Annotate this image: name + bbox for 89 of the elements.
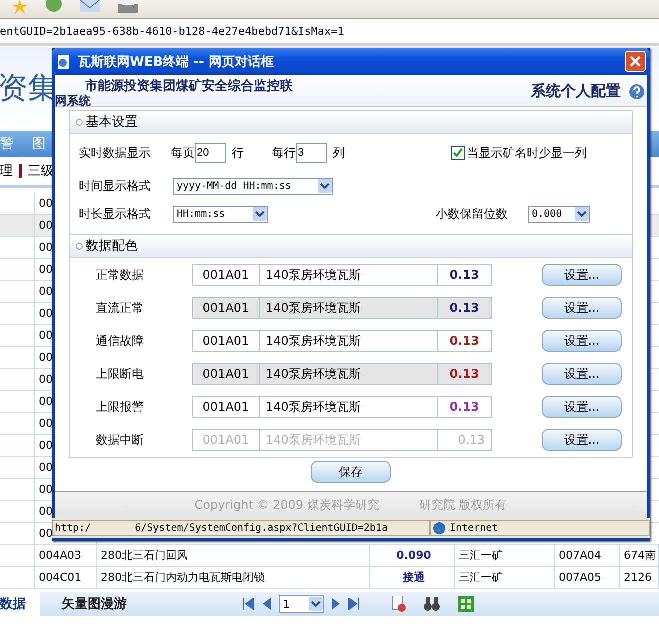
sample-code: 001A01 [193, 265, 260, 285]
copyright-text: 研究院 版权所有 [419, 496, 508, 514]
checkbox[interactable] [451, 146, 465, 160]
sample-point: 140泵房环境瓦斯 [260, 397, 438, 417]
color-label: 上限断电 [95, 366, 145, 382]
tab[interactable]: 矢量图漫游 [62, 592, 141, 616]
copyright-text: Copyright © 2009 煤炭科学研究 [194, 496, 380, 514]
system-name: 市能源投资集团煤矿安全综合监控联 [84, 78, 293, 94]
decimals-select[interactable]: 0.000 [528, 206, 590, 222]
last-page-icon[interactable] [348, 598, 360, 610]
help-icon[interactable] [629, 84, 645, 100]
table-cell: 280北三石门回风 [97, 545, 370, 566]
settings-button[interactable]: 设置... [542, 363, 622, 385]
page-icon [56, 54, 72, 70]
time-format-select[interactable]: yyyy-MM-dd HH:mm:ss [173, 178, 333, 194]
breadcrumb-item[interactable]: 三级 [28, 162, 54, 180]
first-page-icon[interactable] [243, 598, 255, 610]
close-button[interactable] [625, 51, 646, 72]
sample-code: 001A01 [193, 430, 260, 450]
settings-button[interactable]: 设置... [542, 330, 622, 352]
next-page-icon[interactable] [332, 598, 340, 610]
duration-format-select[interactable]: HH:mm:ss [173, 206, 268, 222]
globe-icon [433, 522, 446, 534]
table-cell: 三汇一矿 [455, 545, 555, 566]
field-label: 每行 [272, 144, 296, 162]
table-cell: 2126 [620, 567, 659, 588]
color-label: 上限报警 [95, 398, 145, 416]
close-icon [630, 56, 641, 67]
sample-code: 001A01 [193, 397, 260, 417]
color-label: 通信故障 [95, 332, 145, 350]
status-url: http:/ [55, 522, 92, 534]
circle-icon [76, 242, 83, 250]
table-cell: 三汇一矿 [455, 567, 555, 588]
table-cell: 280北三石门内动力电瓦斯电闭锁 [97, 567, 370, 588]
rows-per-page-field[interactable]: 20 [195, 143, 226, 163]
sample-code: 001A01 [193, 364, 260, 384]
page-heading: 系统个人配置 [531, 81, 621, 101]
save-button[interactable]: 保存 [311, 461, 391, 483]
address-text[interactable]: entGUID=2b1aea95-638b-4610-b128-4e27e4bebd71&IsMax=1 [0, 24, 344, 38]
field-label: 每页 [171, 144, 195, 162]
table-cell: 0.090 [370, 545, 455, 566]
unit-label: 列 [333, 144, 346, 162]
binoculars-icon[interactable] [424, 597, 440, 611]
tab[interactable]: 数据 [0, 592, 40, 616]
sample-point: 140泵房环境瓦斯 [260, 430, 438, 450]
columns-per-row-field[interactable]: 3 [296, 143, 327, 163]
security-zone: Internet [450, 522, 498, 534]
table-cell: 004A03 [35, 545, 97, 566]
envelope-icon[interactable] [80, 0, 100, 12]
table-cell: 007A04 [555, 545, 620, 566]
star-icon[interactable] [12, 0, 28, 14]
sample-code: 001A01 [193, 331, 260, 351]
sample-point: 140泵房环境瓦斯 [260, 331, 438, 351]
field-label: 小数保留位数 [436, 206, 509, 222]
settings-button[interactable]: 设置... [542, 264, 622, 286]
field-label: 实时数据显示 [79, 144, 152, 162]
sample-value: 0.13 [448, 399, 480, 416]
sample-value: 0.13 [448, 300, 480, 317]
sample-value: 0.13 [457, 432, 486, 449]
table-cell: 007A05 [555, 567, 620, 588]
document-icon[interactable] [392, 596, 406, 612]
previous-page-icon[interactable] [263, 598, 271, 610]
color-label: 数据中断 [95, 432, 145, 448]
system-name: 网系统 [55, 93, 91, 110]
circle-icon [76, 118, 83, 126]
grid-icon[interactable] [458, 596, 474, 612]
window-title: 瓦斯联网WEB终端 -- 网页对话框 [78, 54, 275, 70]
settings-button[interactable]: 设置... [542, 396, 622, 418]
sample-point: 140泵房环境瓦斯 [260, 265, 438, 285]
sample-value: 0.13 [448, 267, 480, 284]
breadcrumb-item[interactable]: 理 [0, 162, 13, 180]
status-url: 6/System/SystemConfig.aspx?ClientGUID=2b1a [135, 522, 388, 534]
field-label: 时间显示格式 [79, 178, 152, 194]
sample-code: 001A01 [193, 298, 260, 318]
sample-value: 0.13 [448, 333, 480, 350]
unit-label: 行 [232, 144, 245, 162]
sample-value: 0.13 [448, 366, 480, 383]
printer-icon[interactable] [118, 0, 138, 13]
color-label: 正常数据 [95, 266, 145, 284]
sample-point: 140泵房环境瓦斯 [260, 364, 438, 384]
table-cell: 674南 [620, 545, 659, 566]
page-select[interactable]: 1 [279, 595, 324, 613]
section-title: 基本设置 [86, 114, 138, 131]
table-cell: 接通 [370, 567, 455, 588]
settings-button[interactable]: 设置... [542, 297, 622, 319]
table-cell: 004C01 [35, 567, 97, 588]
color-label: 直流正常 [95, 300, 145, 316]
checkbox-label: 当显示矿名时少显一列 [467, 144, 587, 162]
sample-point: 140泵房环境瓦斯 [260, 298, 438, 318]
